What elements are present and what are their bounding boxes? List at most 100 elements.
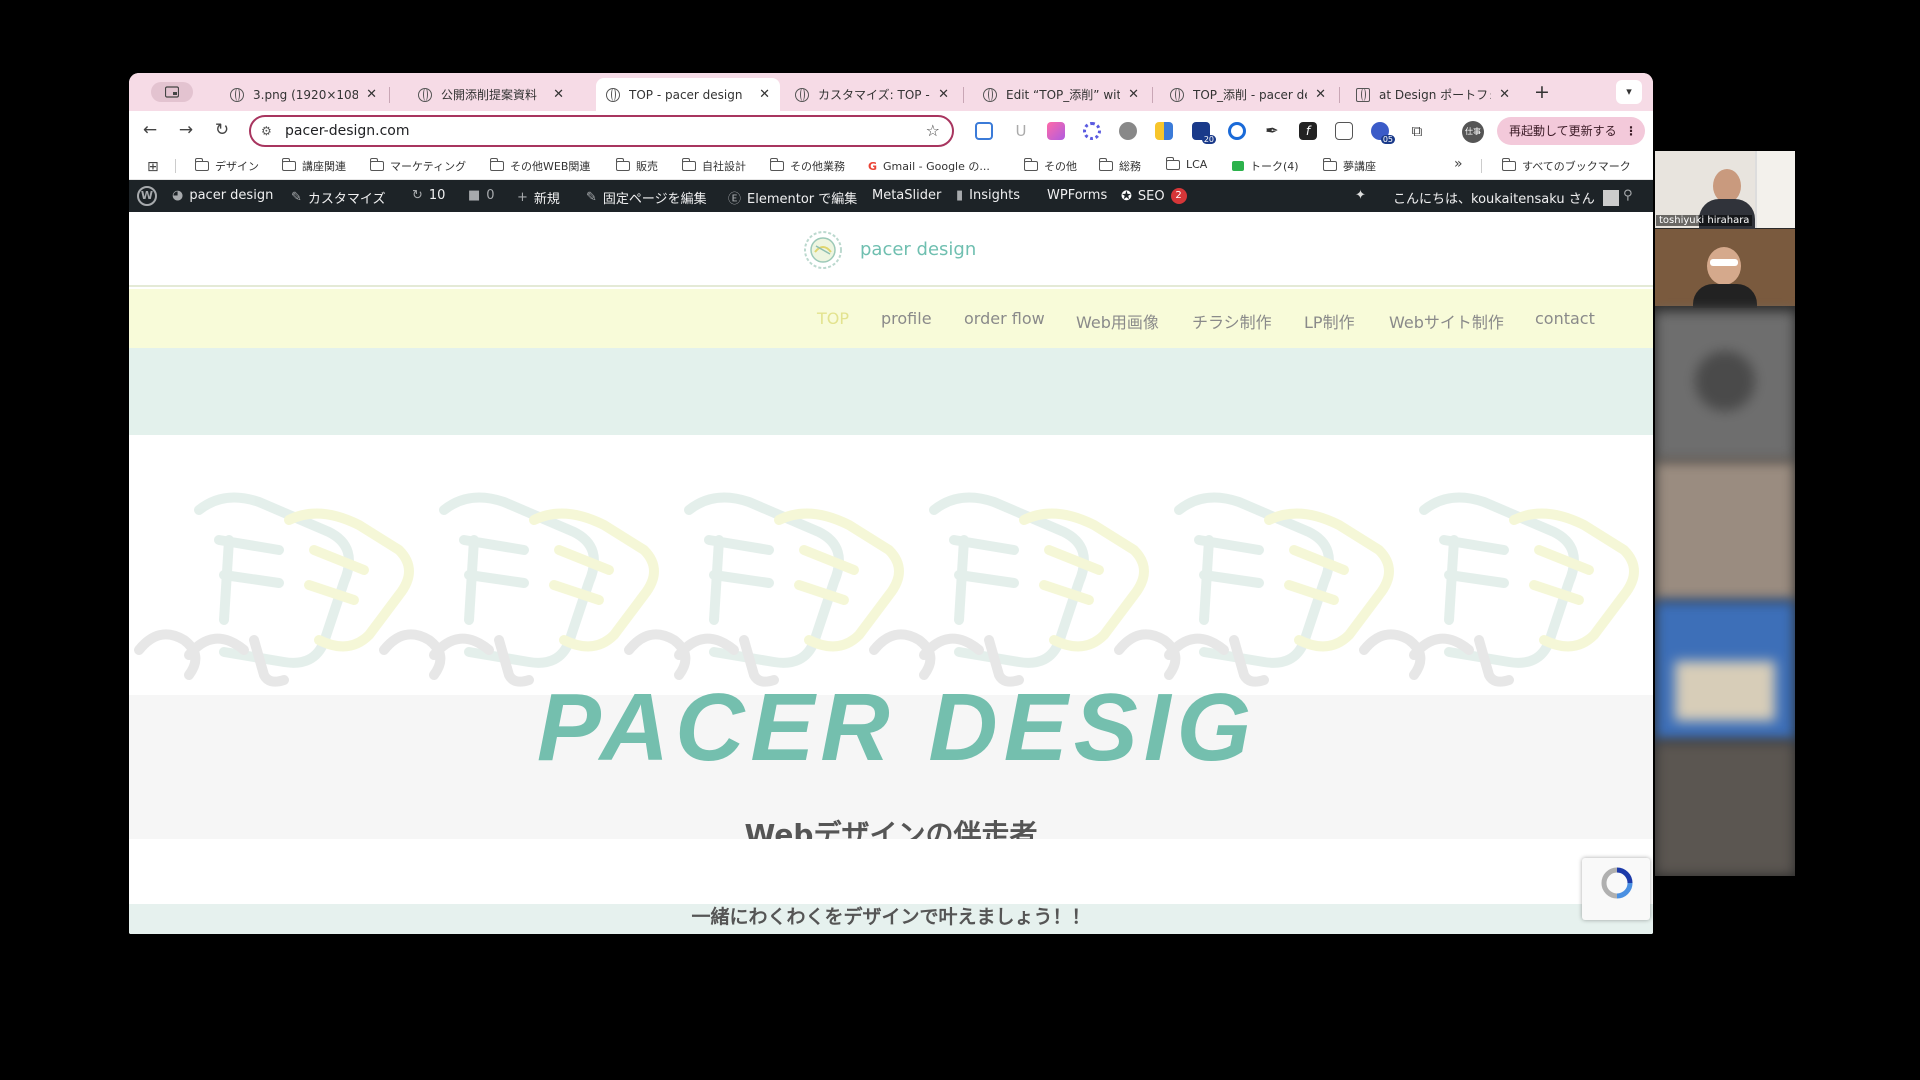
wordpress-logo-icon[interactable]: W bbox=[137, 186, 157, 206]
site-title[interactable]: pacer design bbox=[860, 239, 976, 260]
recaptcha-badge[interactable] bbox=[1582, 858, 1650, 920]
bookmark-folder-design[interactable]: デザイン bbox=[194, 158, 259, 174]
tab-proposal[interactable]: 公開添削提案資料 ✕ bbox=[408, 78, 574, 111]
tab-top-tensaku[interactable]: TOP_添削 - pacer de ✕ bbox=[1160, 78, 1336, 111]
tab-edit-elementor[interactable]: Edit “TOP_添削” with ✕ bbox=[973, 78, 1149, 111]
bookmark-folder-other-work[interactable]: その他業務 bbox=[769, 158, 845, 174]
close-icon[interactable]: ✕ bbox=[938, 87, 949, 102]
extension-search-icon[interactable] bbox=[1228, 122, 1246, 140]
nav-item-flyers[interactable]: チラシ制作 bbox=[1192, 309, 1272, 333]
bookmark-folder-general[interactable]: 総務 bbox=[1098, 158, 1141, 174]
relaunch-update-button[interactable]: 再起動して更新する ⋮ bbox=[1497, 117, 1645, 145]
chevron-double-right-icon[interactable]: » bbox=[1454, 156, 1463, 172]
tab-3png[interactable]: 3.png (1920×1080) ✕ bbox=[220, 78, 387, 111]
site-logo-icon[interactable] bbox=[803, 230, 843, 270]
wp-seo-link[interactable]: ✪ SEO 2 bbox=[1121, 188, 1187, 204]
participant-tile[interactable] bbox=[1655, 229, 1795, 308]
extension-u-icon[interactable]: U bbox=[1012, 122, 1030, 140]
close-icon[interactable]: ✕ bbox=[1315, 87, 1326, 102]
nav-item-web-images[interactable]: Web用画像 bbox=[1076, 309, 1159, 333]
extension-color-icon[interactable] bbox=[1047, 122, 1065, 140]
tab-search-button[interactable]: ▾ bbox=[1616, 80, 1642, 104]
extension-pen-icon[interactable]: ✒ bbox=[1263, 122, 1281, 140]
bookmark-gmail[interactable]: G Gmail - Google の... bbox=[868, 158, 990, 174]
wp-site-link[interactable]: ◕ pacer design bbox=[172, 188, 273, 203]
close-icon[interactable]: ✕ bbox=[1499, 87, 1510, 102]
tab-portfolio[interactable]: at Design ポートフォ ✕ bbox=[1346, 78, 1520, 111]
wp-updates-link[interactable]: ↻ 10 bbox=[412, 188, 445, 203]
wp-admin-bar: W ◕ pacer design ✎ カスタマイズ ↻ 10 ■ 0 + 新規 ✎ 固定ペー… bbox=[129, 180, 1653, 212]
extension-sun-icon[interactable] bbox=[1083, 122, 1101, 140]
hero-wordmark-text: PACER DESIG bbox=[537, 675, 1257, 781]
url-text[interactable]: pacer-design.com bbox=[285, 123, 409, 139]
forward-button[interactable]: → bbox=[175, 120, 197, 140]
wp-comments-link[interactable]: ■ 0 bbox=[468, 188, 495, 203]
tab-title: at Design ポートフォ bbox=[1379, 88, 1492, 102]
seo-badge: 2 bbox=[1170, 188, 1187, 204]
close-icon[interactable]: ✕ bbox=[759, 87, 770, 102]
extension-screenshot-icon[interactable] bbox=[1335, 122, 1353, 140]
more-vert-icon[interactable]: ⋮ bbox=[1625, 117, 1637, 145]
nav-item-order-flow[interactable]: order flow bbox=[964, 309, 1045, 328]
bookmark-talk[interactable]: トーク(4) bbox=[1232, 158, 1299, 174]
folder-icon bbox=[615, 158, 630, 171]
folder-icon bbox=[1165, 156, 1180, 170]
extension-flag-icon[interactable] bbox=[1155, 122, 1173, 140]
bookmark-label: すべてのブックマーク bbox=[1522, 160, 1631, 173]
bookmark-folder-other[interactable]: その他 bbox=[1023, 158, 1077, 174]
wp-elementor-link[interactable]: Ⓔ Elementor で編集 bbox=[728, 188, 857, 207]
nav-item-profile[interactable]: profile bbox=[881, 309, 932, 328]
extension-icon[interactable] bbox=[975, 122, 993, 140]
extension-badge05-icon[interactable]: 05 bbox=[1371, 122, 1395, 144]
all-bookmarks[interactable]: すべてのブックマーク bbox=[1501, 158, 1631, 174]
wp-account-link[interactable]: こんにちは、koukaitensaku さん bbox=[1393, 188, 1619, 207]
profile-avatar[interactable]: 仕事 bbox=[1462, 121, 1484, 143]
close-icon[interactable]: ✕ bbox=[553, 87, 564, 102]
extension-font-icon[interactable]: f bbox=[1299, 122, 1317, 140]
bookmark-folder-web[interactable]: その他WEB関連 bbox=[489, 158, 590, 174]
tab-groups-button[interactable] bbox=[151, 82, 193, 102]
wp-insights-link[interactable]: ▮ Insights bbox=[956, 188, 1020, 203]
site-nav: TOP profile order flow Web用画像 チラシ制作 LP制作… bbox=[129, 289, 1653, 348]
bookmark-folder-dream[interactable]: 夢講座 bbox=[1322, 158, 1376, 174]
bookmark-label: 講座関連 bbox=[302, 160, 346, 173]
wp-metaslider-link[interactable]: MetaSlider bbox=[872, 188, 941, 203]
nav-item-contact[interactable]: contact bbox=[1535, 309, 1595, 328]
wp-edit-page-link[interactable]: ✎ 固定ページを編集 bbox=[586, 188, 707, 207]
extension-badge20-icon[interactable]: 20 bbox=[1192, 122, 1216, 144]
apps-grid-icon[interactable]: ⊞ bbox=[147, 159, 159, 175]
nav-item-top[interactable]: TOP bbox=[817, 309, 849, 328]
bookmark-star-icon[interactable]: ☆ bbox=[926, 121, 940, 140]
tab-top-pacer-design[interactable]: TOP - pacer design ✕ bbox=[596, 78, 780, 111]
back-button[interactable]: ← bbox=[139, 120, 161, 140]
bookmark-folder-own[interactable]: 自社設計 bbox=[681, 158, 746, 174]
participant-tile[interactable]: toshiyuki hirahara bbox=[1655, 151, 1795, 229]
wp-search-button[interactable]: ⚲ bbox=[1623, 188, 1639, 203]
extensions-puzzle-icon[interactable]: ⧉ bbox=[1408, 122, 1426, 140]
wp-customize-link[interactable]: ✎ カスタマイズ bbox=[291, 188, 386, 207]
bookmark-folder-sales[interactable]: 販売 bbox=[615, 158, 658, 174]
new-tab-button[interactable]: + bbox=[1534, 81, 1550, 103]
wp-wpforms-link[interactable]: WPForms bbox=[1047, 188, 1107, 203]
address-bar[interactable]: ⚙ pacer-design.com ☆ bbox=[249, 115, 954, 147]
tab-title: 公開添削提案資料 bbox=[441, 88, 538, 102]
wp-ai-link[interactable]: ✦ bbox=[1355, 188, 1372, 203]
bookmark-label: トーク(4) bbox=[1250, 160, 1299, 173]
bookmark-folder-course[interactable]: 講座関連 bbox=[281, 158, 346, 174]
bookmark-folder-lca[interactable]: LCA bbox=[1165, 156, 1207, 171]
close-icon[interactable]: ✕ bbox=[366, 87, 377, 102]
comment-icon: ■ bbox=[468, 188, 481, 203]
brush-icon: ✎ bbox=[291, 190, 302, 205]
avatar bbox=[1602, 189, 1619, 206]
arrow-left-icon: ← bbox=[142, 120, 158, 140]
tab-customize[interactable]: カスタマイズ: TOP - p ✕ bbox=[785, 78, 959, 111]
extension-gray-icon[interactable] bbox=[1119, 122, 1137, 140]
bookmark-folder-marketing[interactable]: マーケティング bbox=[369, 158, 466, 174]
nav-item-website[interactable]: Webサイト制作 bbox=[1389, 309, 1504, 333]
nav-item-lp[interactable]: LP制作 bbox=[1304, 309, 1355, 333]
site-header: pacer design bbox=[129, 212, 1653, 287]
site-info-icon[interactable]: ⚙ bbox=[261, 124, 272, 138]
reload-button[interactable]: ↻ bbox=[211, 120, 233, 140]
wp-new-link[interactable]: + 新規 bbox=[517, 188, 560, 207]
close-icon[interactable]: ✕ bbox=[1128, 87, 1139, 102]
